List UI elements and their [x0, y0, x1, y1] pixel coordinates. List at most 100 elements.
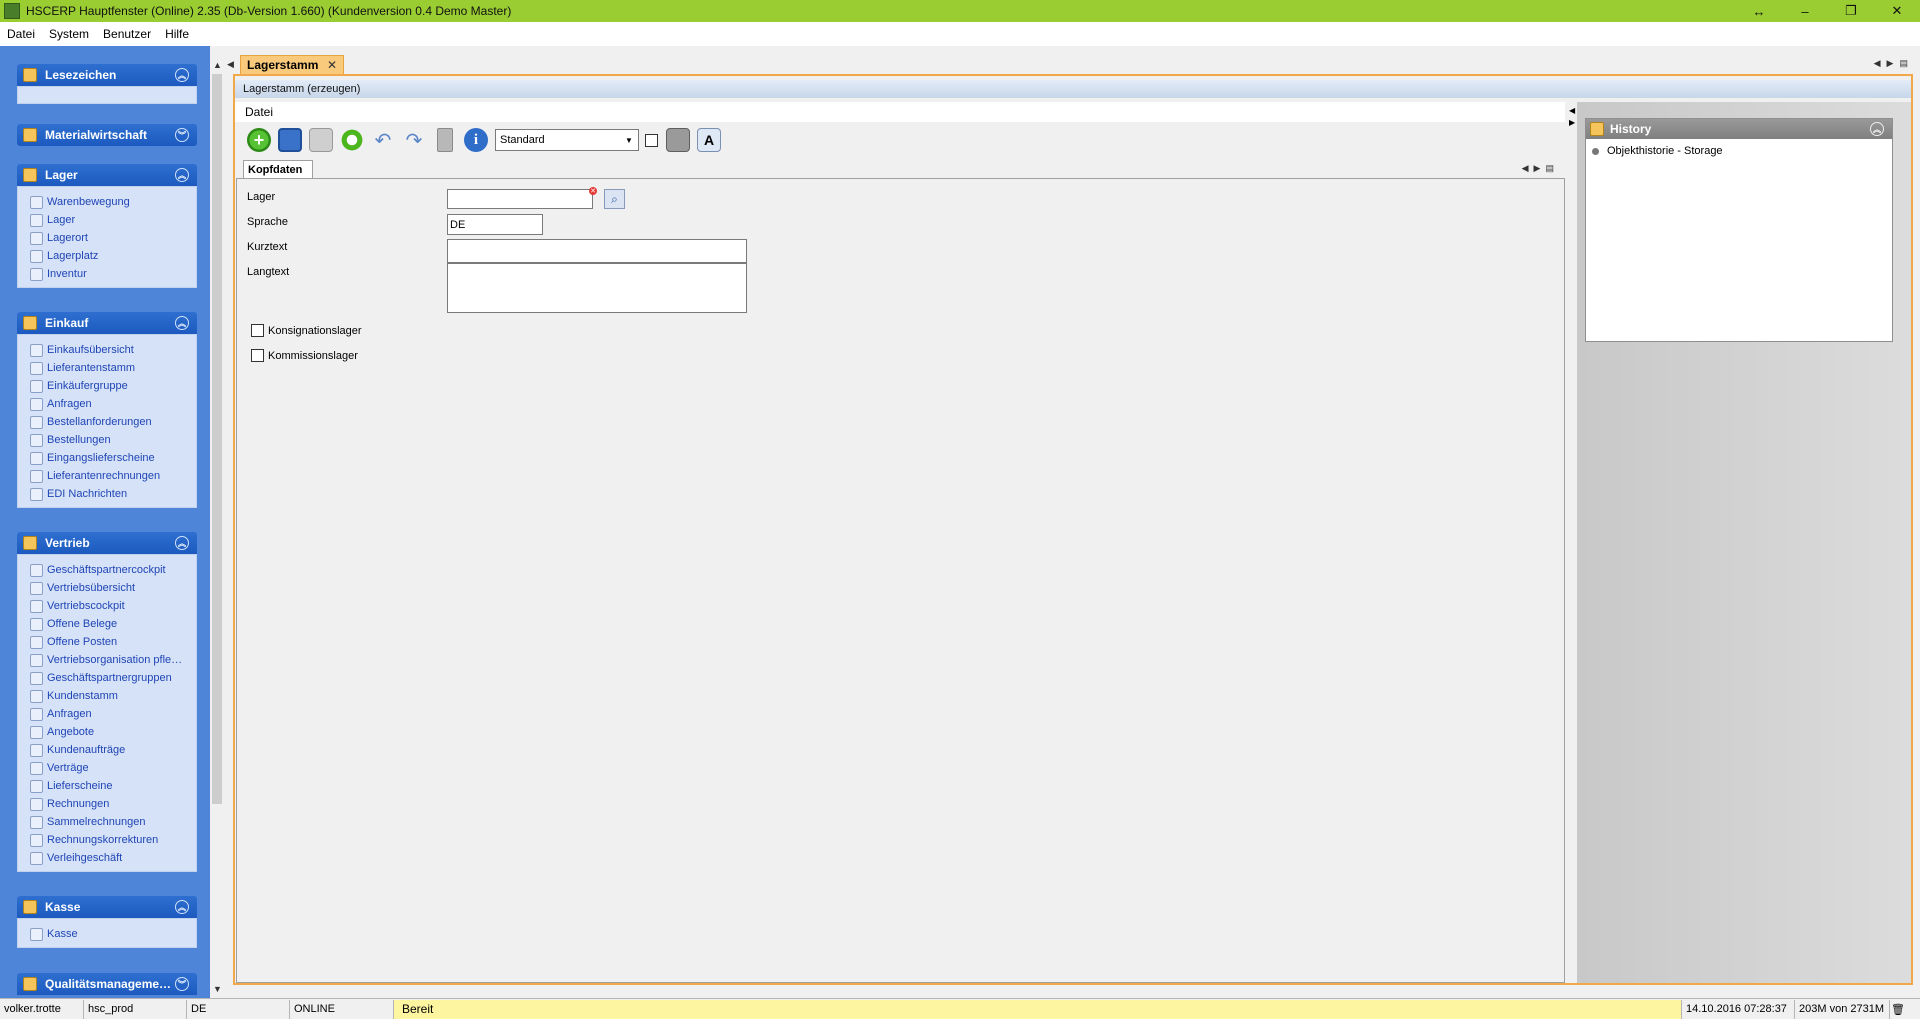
kommissionslager-option[interactable]: Kommissionslager [251, 349, 358, 362]
collapse-icon[interactable]: ︽ [1870, 122, 1884, 136]
section-header[interactable]: Kasse ︽ [17, 896, 197, 918]
nav-verleihgeschaeft[interactable]: Verleihgeschäft [30, 849, 196, 867]
collapse-icon[interactable]: ︽ [175, 68, 189, 82]
nav-lieferantenstamm[interactable]: Lieferantenstamm [30, 359, 196, 377]
status-memory: 203M von 2731M [1795, 999, 1890, 1019]
garbage-collect-icon[interactable]: 🗑 [1890, 1000, 1906, 1019]
font-icon[interactable]: A [697, 128, 721, 152]
nav-eingangslieferscheine[interactable]: Eingangslieferscheine [30, 449, 196, 467]
nav-einkaeufergruppe[interactable]: Einkäufergruppe [30, 377, 196, 395]
info-icon[interactable]: i [464, 128, 488, 152]
kurztext-input[interactable] [447, 239, 747, 263]
nav-lagerort[interactable]: Lagerort [30, 229, 196, 247]
refresh-icon[interactable] [340, 128, 364, 152]
redo-icon[interactable]: ↷ [402, 128, 426, 152]
menu-datei[interactable]: Datei [0, 27, 42, 41]
nav-edi-nachrichten[interactable]: EDI Nachrichten [30, 485, 196, 503]
toolbar-checkbox[interactable] [645, 133, 658, 147]
nav-lieferantenrechnungen[interactable]: Lieferantenrechnungen [30, 467, 196, 485]
nav-geschaeftspartnergruppen[interactable]: Geschäftspartnergruppen [30, 669, 196, 687]
nav-kasse[interactable]: Kasse [30, 925, 196, 943]
nav-anfragen-vertrieb[interactable]: Anfragen [30, 705, 196, 723]
scroll-down-icon[interactable]: ▼ [213, 984, 222, 994]
minimize-button[interactable]: – [1782, 0, 1828, 22]
nav-angebote[interactable]: Angebote [30, 723, 196, 741]
history-item[interactable]: Objekthistorie - Storage [1592, 143, 1886, 159]
print-icon[interactable] [666, 128, 690, 152]
nav-vertriebscockpit[interactable]: Vertriebscockpit [30, 597, 196, 615]
tab-navigation-icon[interactable]: ◀▶▤ [1874, 58, 1914, 69]
move-icon[interactable]: ↔ [1736, 0, 1782, 22]
nav-kundenstamm[interactable]: Kundenstamm [30, 687, 196, 705]
expand-right-icon[interactable]: ▶ [1569, 118, 1575, 127]
section-header[interactable]: Materialwirtschaft ︾ [17, 124, 197, 146]
subtab-navigation-icon[interactable]: ◀▶▤ [1522, 163, 1559, 174]
collapse-icon[interactable]: ︽ [175, 168, 189, 182]
nav-bestellungen[interactable]: Bestellungen [30, 431, 196, 449]
nav-lieferscheine[interactable]: Lieferscheine [30, 777, 196, 795]
sprache-input[interactable]: DE [447, 214, 543, 235]
tab-lagerstamm[interactable]: Lagerstamm ✕ [240, 55, 344, 74]
konsignationslager-option[interactable]: Konsignationslager [251, 324, 362, 337]
collapse-icon[interactable]: ︽ [175, 316, 189, 330]
nav-kundenauftraege[interactable]: Kundenaufträge [30, 741, 196, 759]
section-header[interactable]: Qualitätsmanageme… ︾ [17, 973, 197, 995]
chevron-down-icon[interactable]: ▼ [622, 130, 636, 150]
menu-system[interactable]: System [42, 27, 96, 41]
history-icon [1590, 122, 1604, 136]
section-header[interactable]: Einkauf ︽ [17, 312, 197, 334]
konsignationslager-checkbox[interactable] [251, 324, 264, 337]
undo-icon[interactable]: ↶ [371, 128, 395, 152]
nav-lagerplatz[interactable]: Lagerplatz [30, 247, 196, 265]
collapse-icon[interactable]: ︽ [175, 536, 189, 550]
nav-offene-belege[interactable]: Offene Belege [30, 615, 196, 633]
nav-sammelrechnungen[interactable]: Sammelrechnungen [30, 813, 196, 831]
section-title: Materialwirtschaft [45, 128, 148, 142]
nav-inventur[interactable]: Inventur [30, 265, 196, 283]
history-list: Objekthistorie - Storage [1586, 139, 1892, 163]
view-select[interactable]: Standard ▼ [495, 129, 639, 151]
section-qualitaetsmanagement: Qualitätsmanageme… ︾ [17, 973, 197, 995]
nav-vertriebsuebersicht[interactable]: Vertriebsübersicht [30, 579, 196, 597]
nav-vertriebsorganisation[interactable]: Vertriebsorganisation pfle… [30, 651, 196, 669]
menu-benutzer[interactable]: Benutzer [96, 27, 158, 41]
scrollbar-thumb[interactable] [212, 74, 222, 804]
nav-bestellanforderungen[interactable]: Bestellanforderungen [30, 413, 196, 431]
collapse-sidebar-icon[interactable]: ◀ [227, 59, 234, 70]
close-tab-icon[interactable]: ✕ [327, 58, 337, 72]
nav-offene-posten[interactable]: Offene Posten [30, 633, 196, 651]
nav-lager[interactable]: Lager [30, 211, 196, 229]
nav-einkaufsuebersicht[interactable]: Einkaufsübersicht [30, 341, 196, 359]
nav-geschaeftspartnercockpit[interactable]: Geschäftspartnercockpit [30, 561, 196, 579]
section-header[interactable]: Vertrieb ︽ [17, 532, 197, 554]
section-header[interactable]: Lager ︽ [17, 164, 197, 186]
nav-anfragen-einkauf[interactable]: Anfragen [30, 395, 196, 413]
scroll-up-icon[interactable]: ▲ [213, 60, 222, 70]
expand-icon[interactable]: ︾ [175, 128, 189, 142]
menu-hilfe[interactable]: Hilfe [158, 27, 196, 41]
langtext-textarea[interactable] [447, 263, 747, 313]
nav-vertraege[interactable]: Verträge [30, 759, 196, 777]
form-menu-datei[interactable]: Datei [245, 105, 273, 119]
sidebar-scrollbar[interactable]: ▲ ▼ [210, 46, 224, 998]
history-header[interactable]: History ︽ [1586, 119, 1892, 139]
kommissionslager-checkbox[interactable] [251, 349, 264, 362]
nav-rechnungskorrekturen[interactable]: Rechnungskorrekturen [30, 831, 196, 849]
expand-icon[interactable]: ︾ [175, 977, 189, 991]
save-icon[interactable] [278, 128, 302, 152]
lager-input[interactable] [447, 189, 593, 209]
maximize-button[interactable]: ❐ [1828, 0, 1874, 22]
app-icon [4, 3, 20, 19]
nav-rechnungen[interactable]: Rechnungen [30, 795, 196, 813]
collapse-icon[interactable]: ︽ [175, 900, 189, 914]
close-button[interactable]: ✕ [1874, 0, 1920, 22]
collapse-left-icon[interactable]: ◀ [1569, 106, 1575, 115]
add-icon[interactable]: + [247, 128, 271, 152]
tab-kopfdaten[interactable]: Kopfdaten [243, 160, 313, 178]
pane-splitter[interactable]: ◀ ▶ [1569, 102, 1577, 983]
search-icon[interactable]: ⌕ [604, 189, 625, 209]
nav-warenbewegung[interactable]: Warenbewegung [30, 193, 196, 211]
document-icon[interactable] [309, 128, 333, 152]
section-header[interactable]: Lesezeichen ︽ [17, 64, 197, 86]
delete-icon[interactable] [437, 128, 453, 152]
